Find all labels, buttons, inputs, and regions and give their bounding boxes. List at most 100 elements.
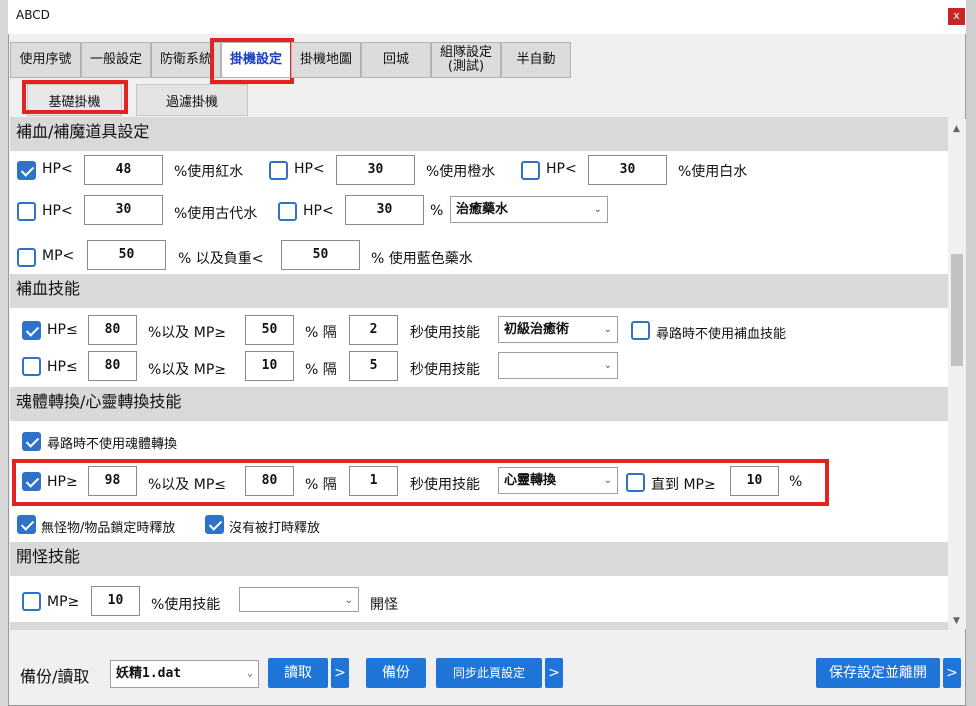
red-potion-hp-input[interactable]: 48: [84, 155, 163, 185]
checkbox-no-heal-walking[interactable]: [631, 321, 650, 340]
chevron-down-icon: ⌄: [246, 668, 253, 679]
heal1-interval-input[interactable]: 2: [349, 315, 398, 345]
potion-type-value: 治癒藥水: [456, 202, 509, 217]
hp-label: HP<: [294, 161, 325, 177]
read-more-button[interactable]: >: [331, 658, 349, 688]
hp-label: HP<: [42, 161, 73, 177]
checkbox-red-potion[interactable]: [17, 161, 36, 180]
until-mp-label: 直到 MP≥: [651, 477, 716, 493]
mp-label: MP<: [42, 248, 75, 264]
open-mp-input[interactable]: 10: [91, 586, 140, 616]
checkbox-ancient-potion[interactable]: [17, 202, 36, 221]
hp-label: HP<: [303, 203, 334, 219]
heal2-mp-input[interactable]: 10: [245, 351, 294, 381]
close-button[interactable]: x: [948, 8, 965, 25]
until-mp-input[interactable]: 10: [730, 466, 779, 496]
chevron-down-icon: ⌄: [344, 595, 353, 606]
read-button[interactable]: 讀取: [268, 658, 328, 688]
save-and-exit-button[interactable]: 保存設定並離開: [816, 658, 940, 688]
heal1-mp-input[interactable]: 50: [245, 315, 294, 345]
tab-general[interactable]: 一般設定: [81, 42, 151, 78]
blue-potion-label: % 使用藍色藥水: [371, 251, 473, 267]
subtab-filter[interactable]: 過濾掛機: [136, 84, 248, 116]
checkbox-blue-potion[interactable]: [17, 248, 36, 267]
checkbox-heal-potion[interactable]: [278, 202, 297, 221]
chevron-down-icon: ⌄: [603, 324, 612, 335]
heal2-skill-select[interactable]: ⌄: [498, 352, 618, 379]
white-potion-label: %使用白水: [678, 164, 748, 180]
backup-button[interactable]: 備份: [366, 658, 426, 688]
use-skill-label: 秒使用技能: [410, 362, 480, 378]
mp-label: MP≥: [47, 594, 80, 610]
tab-serial[interactable]: 使用序號: [10, 42, 81, 78]
checkbox-soul-skill[interactable]: [22, 472, 41, 491]
heal1-skill-value: 初級治癒術: [504, 322, 570, 337]
chevron-down-icon: ⌄: [603, 475, 612, 486]
checkbox-until-mp[interactable]: [626, 473, 645, 492]
hp-label: HP≤: [47, 359, 78, 375]
red-potion-label: %使用紅水: [174, 164, 244, 180]
hp-label: HP≤: [47, 322, 78, 338]
save-more-button[interactable]: >: [943, 658, 961, 688]
checkbox-heal-skill-1[interactable]: [22, 321, 41, 340]
orange-potion-hp-input[interactable]: 30: [336, 155, 415, 185]
tab-party[interactable]: 組隊設定 (測試): [431, 42, 501, 78]
tab-afk-map[interactable]: 掛機地圖: [291, 42, 361, 78]
ancient-potion-label: %使用古代水: [174, 206, 258, 222]
heal-potion-hp-input[interactable]: 30: [345, 195, 424, 225]
title-bar: [8, 0, 966, 34]
use-skill-label: 秒使用技能: [410, 325, 480, 341]
highlight-subtab: [22, 80, 128, 114]
checkbox-release-not-hit[interactable]: [205, 515, 224, 534]
checkbox-orange-potion[interactable]: [269, 161, 288, 180]
release-no-target-label: 無怪物/物品鎖定時釋放: [41, 521, 176, 536]
chevron-down-icon: ⌄: [603, 360, 612, 371]
backup-file-value: 妖精1.dat: [116, 666, 182, 681]
scroll-down-icon[interactable]: ▼: [953, 616, 960, 626]
tab-semi-auto[interactable]: 半自動: [501, 42, 571, 78]
use-skill-label: %使用技能: [151, 597, 221, 613]
checkbox-open-skill[interactable]: [22, 592, 41, 611]
next-section-edge: [10, 622, 948, 630]
release-not-hit-label: 沒有被打時釋放: [229, 521, 321, 536]
soul-hp-input[interactable]: 98: [88, 466, 137, 496]
vertical-scrollbar[interactable]: [948, 119, 966, 629]
weight-input[interactable]: 50: [281, 240, 360, 270]
blue-potion-mp-input[interactable]: 50: [87, 240, 166, 270]
percent-label: %: [789, 474, 803, 490]
soul-interval-input[interactable]: 1: [349, 466, 398, 496]
section-heal-skills: 補血技能: [10, 274, 948, 308]
sync-page-button[interactable]: 同步此頁設定: [436, 658, 542, 688]
heal1-skill-select[interactable]: 初級治癒術 ⌄: [498, 316, 618, 343]
heal2-interval-input[interactable]: 5: [349, 351, 398, 381]
soul-skill-select[interactable]: 心靈轉換 ⌄: [498, 467, 618, 494]
checkbox-release-no-target[interactable]: [17, 515, 36, 534]
backup-file-select[interactable]: 妖精1.dat ⌄: [110, 660, 259, 688]
white-potion-hp-input[interactable]: 30: [588, 155, 667, 185]
background-right: [966, 0, 976, 706]
heal1-hp-input[interactable]: 80: [88, 315, 137, 345]
open-monster-label: 開怪: [370, 597, 398, 613]
no-soul-walking-label: 尋路時不使用魂體轉換: [47, 437, 178, 452]
backup-read-label: 備份/讀取: [20, 667, 90, 686]
checkbox-no-soul-walking[interactable]: [22, 432, 41, 451]
mp-label: %以及 MP≥: [148, 362, 227, 378]
sync-more-button[interactable]: >: [545, 658, 563, 688]
potion-type-select[interactable]: 治癒藥水 ⌄: [450, 196, 608, 223]
soul-skill-value: 心靈轉換: [504, 473, 557, 488]
highlight-tab: [210, 38, 294, 84]
open-skill-select[interactable]: ⌄: [239, 587, 359, 612]
section-open-skill: 開怪技能: [10, 542, 948, 576]
heal2-hp-input[interactable]: 80: [88, 351, 137, 381]
ancient-potion-hp-input[interactable]: 30: [84, 195, 163, 225]
soul-mp-input[interactable]: 80: [245, 466, 294, 496]
checkbox-white-potion[interactable]: [521, 161, 540, 180]
percent-label: %: [430, 203, 444, 219]
interval-label: % 隔: [305, 477, 337, 493]
scrollbar-thumb[interactable]: [951, 254, 963, 366]
checkbox-heal-skill-2[interactable]: [22, 357, 41, 376]
interval-label: % 隔: [305, 362, 337, 378]
section-soul-conversion: 魂體轉換/心靈轉換技能: [10, 387, 948, 421]
scroll-up-icon[interactable]: ▲: [953, 124, 960, 134]
tab-return-town[interactable]: 回城: [361, 42, 431, 78]
